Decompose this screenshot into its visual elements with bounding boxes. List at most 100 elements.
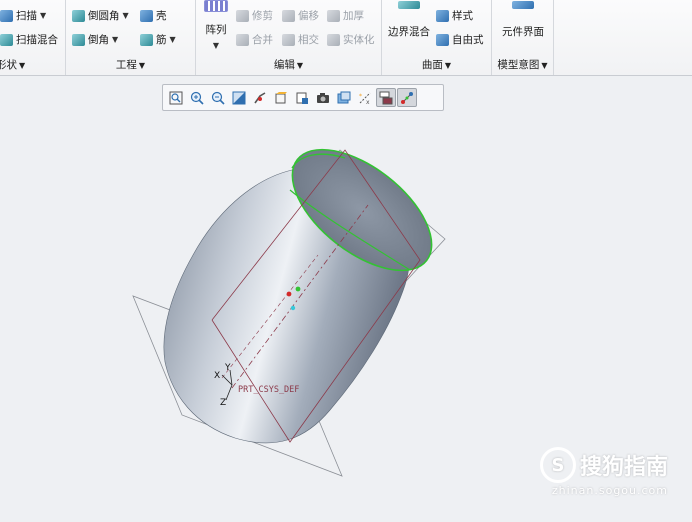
chevron-down-icon: ▼ xyxy=(444,61,452,70)
saved-views-icon xyxy=(296,92,308,104)
refit-icon xyxy=(169,91,183,104)
rib-button[interactable]: 筋 ▼ xyxy=(140,32,176,47)
chevron-down-icon: ▼ xyxy=(212,41,220,50)
merge-button[interactable]: 合并 xyxy=(236,32,273,47)
boundary-blend-button[interactable]: 边界混合 xyxy=(386,0,432,39)
sweep-icon xyxy=(0,9,13,22)
model-intent-group-label[interactable]: 模型意图 ▼ xyxy=(492,57,553,72)
chevron-down-icon: ▼ xyxy=(541,61,548,70)
view-manager-button[interactable] xyxy=(271,88,291,107)
chamfer-button[interactable]: 倒角 ▼ xyxy=(72,32,118,47)
engineering-group-label[interactable]: 工程 ▼ xyxy=(66,57,195,72)
graphics-window[interactable]: X Y Z PRT_CSYS_DEF S 搜狗指南 zhinan.sogou.c… xyxy=(0,76,692,519)
chamfer-label: 倒角 xyxy=(88,34,109,46)
zoom-in-button[interactable] xyxy=(187,88,207,107)
edit-group: 阵列 ▼ 修剪 偏移 加厚 合并 相交 实体化 编辑 ▼ xyxy=(196,0,382,75)
pattern-button[interactable]: 阵列 ▼ xyxy=(202,0,230,50)
csys-display-button[interactable] xyxy=(397,88,417,107)
csys-y-label: Y xyxy=(224,363,231,373)
round-button[interactable]: 倒圆角 ▼ xyxy=(72,8,129,23)
component-interface-button[interactable]: 元件界面 xyxy=(496,0,550,39)
intersect-button[interactable]: 相交 xyxy=(282,32,319,47)
view-toolbar: * x xyxy=(162,84,444,111)
style-button[interactable]: 样式 xyxy=(436,8,473,23)
view-manager-icon xyxy=(275,91,287,103)
round-label: 倒圆角 xyxy=(88,10,120,22)
csys-name-label[interactable]: PRT_CSYS_DEF xyxy=(238,385,299,395)
annotation-display-button[interactable] xyxy=(376,88,396,107)
annotation-display-icon xyxy=(379,91,393,104)
shell-label: 壳 xyxy=(156,10,167,22)
zoom-in-icon xyxy=(190,91,204,105)
edit-group-label[interactable]: 编辑 ▼ xyxy=(196,57,381,72)
model-intent-group: 元件界面 模型意图 ▼ xyxy=(492,0,554,75)
center-point-green[interactable] xyxy=(295,286,301,292)
csys-z-label: Z xyxy=(220,398,226,408)
shell-button[interactable]: 壳 xyxy=(140,8,167,23)
freestyle-button[interactable]: 自由式 xyxy=(436,32,484,47)
engineering-group: 倒圆角 ▼ 壳 倒角 ▼ 筋 ▼ 工程 ▼ xyxy=(66,0,196,75)
round-icon xyxy=(72,9,85,22)
engineering-group-title: 工程 xyxy=(115,59,137,71)
style-label: 样式 xyxy=(452,10,473,22)
display-style-button[interactable] xyxy=(334,88,354,107)
intersect-icon xyxy=(282,33,295,46)
freestyle-icon xyxy=(436,33,449,46)
chevron-down-icon: ▼ xyxy=(296,61,304,70)
merge-label: 合并 xyxy=(252,34,273,46)
chevron-down-icon: ▼ xyxy=(138,61,146,70)
zoom-out-button[interactable] xyxy=(208,88,228,107)
center-point-red[interactable] xyxy=(286,291,292,297)
repaint-button[interactable] xyxy=(229,88,249,107)
display-style-icon xyxy=(337,91,351,103)
zoom-out-icon xyxy=(211,91,225,105)
offset-icon xyxy=(282,9,295,22)
swept-blend-icon xyxy=(0,33,13,46)
svg-text:*: * xyxy=(359,93,362,100)
pattern-icon xyxy=(204,0,228,12)
datum-display-button[interactable]: * x xyxy=(355,88,375,107)
sogou-watermark: S 搜狗指南 xyxy=(539,447,668,483)
thicken-button[interactable]: 加厚 xyxy=(327,8,364,23)
swept-blend-button[interactable]: 扫描混合 xyxy=(0,32,58,47)
freestyle-label: 自由式 xyxy=(452,34,484,46)
camera-icon xyxy=(317,92,329,103)
intersect-label: 相交 xyxy=(298,34,319,46)
pattern-label: 阵列 xyxy=(205,24,227,36)
chevron-down-icon: ▼ xyxy=(40,11,47,20)
solidify-button[interactable]: 实体化 xyxy=(327,32,375,47)
offset-button[interactable]: 偏移 xyxy=(282,8,319,23)
trim-button[interactable]: 修剪 xyxy=(236,8,273,23)
refit-button[interactable] xyxy=(166,88,186,107)
style-icon xyxy=(436,9,449,22)
surface-group-title: 曲面 xyxy=(421,59,443,71)
offset-label: 偏移 xyxy=(298,10,319,22)
merge-icon xyxy=(236,33,249,46)
watermark-brand: 搜狗指南 xyxy=(579,455,668,480)
spin-center-button[interactable] xyxy=(250,88,270,107)
trim-label: 修剪 xyxy=(252,10,273,22)
surface-group-label[interactable]: 曲面 ▼ xyxy=(382,57,491,72)
swept-blend-label: 扫描混合 xyxy=(16,34,58,46)
ribbon: 扫描 ▼ 扫描混合 形状 ▼ 倒圆角 ▼ 壳 倒角 ▼ 筋 ▼ 工程 ▼ 阵列 … xyxy=(0,0,692,76)
sogou-logo-icon: S xyxy=(539,447,576,483)
saved-views-button[interactable] xyxy=(292,88,312,107)
shape-group-title: 形状 xyxy=(0,59,17,71)
solidify-icon xyxy=(327,33,340,46)
spin-center-icon xyxy=(254,91,266,103)
shape-group-label[interactable]: 形状 ▼ xyxy=(0,57,65,72)
component-interface-icon xyxy=(512,1,534,9)
watermark-url: zhinan.sogou.com xyxy=(551,484,668,497)
boundary-blend-label: 边界混合 xyxy=(388,26,430,38)
edit-group-title: 编辑 xyxy=(273,59,295,71)
camera-button[interactable] xyxy=(313,88,333,107)
thicken-icon xyxy=(327,9,340,22)
sweep-button[interactable]: 扫描 ▼ xyxy=(0,8,46,23)
shell-icon xyxy=(140,9,153,22)
csys-display-icon xyxy=(401,91,413,104)
solidify-label: 实体化 xyxy=(343,34,375,46)
center-point-cyan[interactable] xyxy=(290,305,296,311)
sweep-label: 扫描 xyxy=(16,10,37,22)
model-intent-group-title: 模型意图 xyxy=(497,59,540,71)
chevron-down-icon: ▼ xyxy=(122,11,129,20)
